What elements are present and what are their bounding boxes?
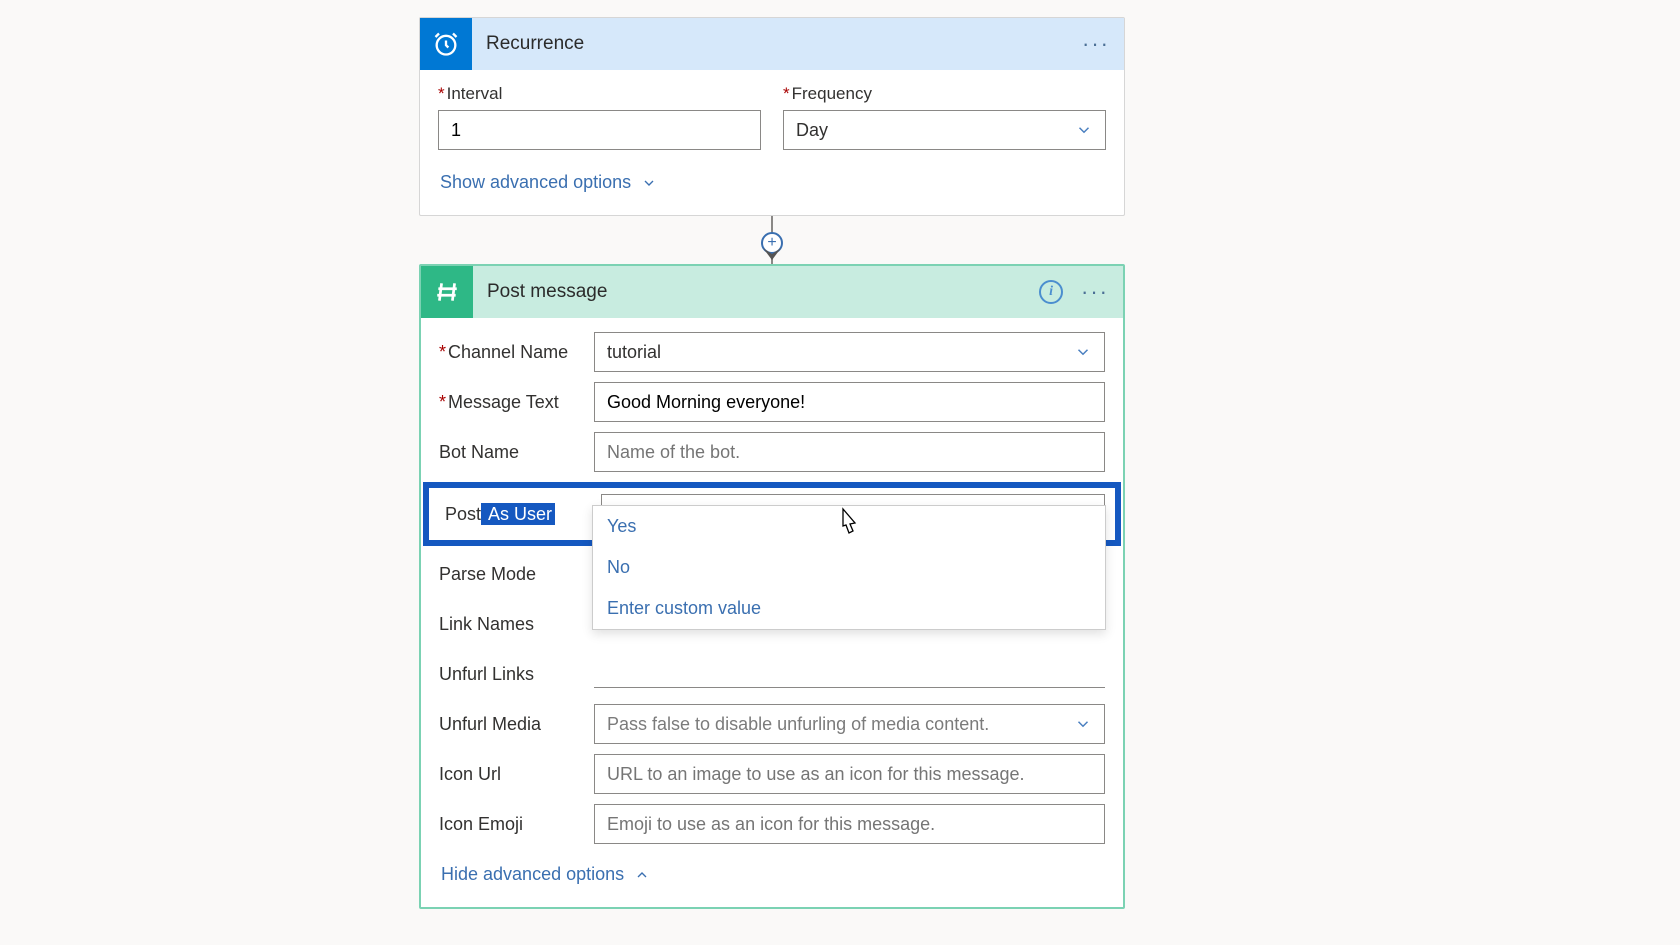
interval-input[interactable] bbox=[438, 110, 761, 150]
slack-hash-icon bbox=[421, 266, 473, 318]
more-icon[interactable]: ··· bbox=[1081, 281, 1109, 303]
recurrence-header[interactable]: Recurrence ··· bbox=[420, 18, 1124, 70]
bot-name-label: Bot Name bbox=[439, 442, 594, 463]
message-text-input[interactable] bbox=[594, 382, 1105, 422]
post-message-header[interactable]: Post message ··· bbox=[421, 266, 1123, 318]
channel-name-label: *Channel Name bbox=[439, 342, 594, 363]
channel-name-select[interactable]: tutorial bbox=[594, 332, 1105, 372]
icon-url-label: Icon Url bbox=[439, 764, 594, 785]
post-message-card: Post message ··· *Channel Name tutorial … bbox=[419, 264, 1125, 909]
link-names-label: Link Names bbox=[439, 614, 594, 635]
unfurl-links-label: Unfurl Links bbox=[439, 664, 594, 685]
recurrence-body: *Interval *Frequency Day Show a bbox=[420, 70, 1124, 215]
flow-connector: + bbox=[419, 216, 1125, 264]
post-as-user-label: Post As User bbox=[445, 504, 601, 525]
chevron-down-icon bbox=[1074, 715, 1092, 733]
chevron-down-icon bbox=[1075, 121, 1093, 139]
message-text-label: *Message Text bbox=[439, 392, 594, 413]
dropdown-option-no[interactable]: No bbox=[593, 547, 1105, 588]
hide-advanced-link[interactable]: Hide advanced options bbox=[439, 854, 652, 899]
show-advanced-link[interactable]: Show advanced options bbox=[438, 162, 659, 207]
dropdown-option-custom[interactable]: Enter custom value bbox=[593, 588, 1105, 629]
chevron-down-icon bbox=[1074, 343, 1092, 361]
icon-emoji-label: Icon Emoji bbox=[439, 814, 594, 835]
unfurl-media-label: Unfurl Media bbox=[439, 714, 594, 735]
post-as-user-dropdown: Yes No Enter custom value bbox=[592, 505, 1106, 630]
post-message-title: Post message bbox=[487, 281, 1039, 303]
bot-name-input[interactable] bbox=[594, 432, 1105, 472]
clock-icon bbox=[420, 18, 472, 70]
recurrence-title: Recurrence bbox=[486, 33, 1082, 55]
more-icon[interactable]: ··· bbox=[1082, 33, 1110, 55]
info-icon[interactable] bbox=[1039, 280, 1063, 304]
icon-url-input[interactable] bbox=[594, 754, 1105, 794]
interval-label: *Interval bbox=[438, 84, 761, 104]
frequency-select[interactable]: Day bbox=[783, 110, 1106, 150]
unfurl-media-select[interactable]: Pass false to disable unfurling of media… bbox=[594, 704, 1105, 744]
dropdown-option-yes[interactable]: Yes bbox=[593, 506, 1105, 547]
recurrence-card: Recurrence ··· *Interval *Frequency Day bbox=[419, 17, 1125, 216]
parse-mode-label: Parse Mode bbox=[439, 564, 594, 585]
frequency-label: *Frequency bbox=[783, 84, 1106, 104]
icon-emoji-input[interactable] bbox=[594, 804, 1105, 844]
